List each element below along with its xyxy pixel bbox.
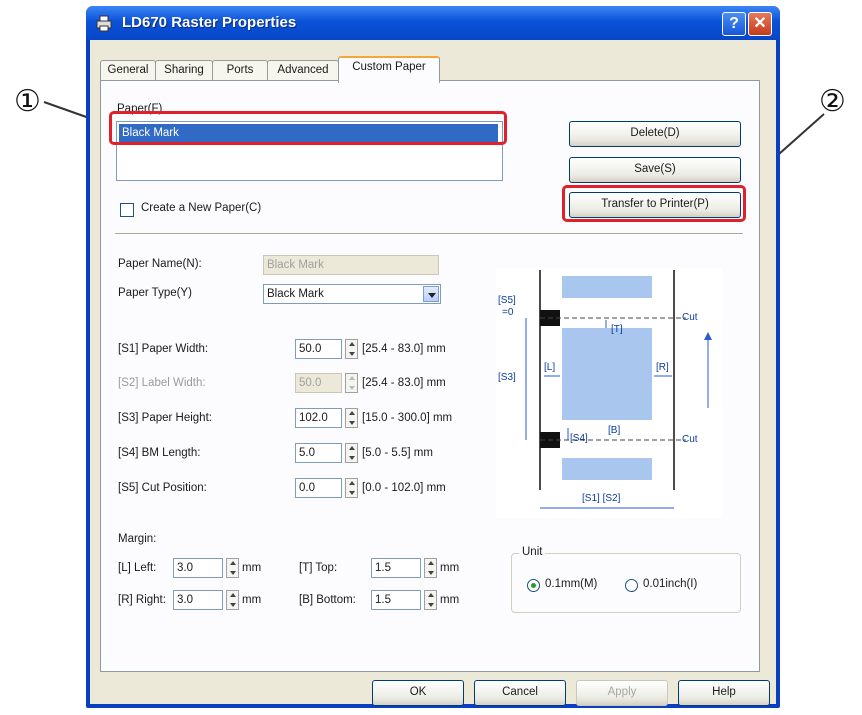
chevron-down-icon[interactable] bbox=[423, 286, 439, 302]
margin-right-label: [R] Right: bbox=[118, 594, 166, 606]
bm-length-field[interactable]: 5.0 bbox=[295, 443, 342, 463]
close-title-button[interactable]: ✕ bbox=[748, 12, 772, 36]
help-button[interactable]: Help bbox=[678, 680, 770, 706]
diagram-s4-label: [S4] bbox=[570, 433, 588, 444]
help-title-button[interactable]: ? bbox=[722, 12, 746, 36]
margin-right-spinner[interactable] bbox=[226, 590, 239, 610]
margin-top-unit: mm bbox=[440, 562, 460, 574]
paper-name-field[interactable]: Black Mark bbox=[263, 255, 439, 275]
tab-sharing[interactable]: Sharing bbox=[155, 60, 213, 81]
tab-general[interactable]: General bbox=[100, 60, 156, 81]
printer-icon bbox=[96, 15, 112, 32]
paper-diagram-graphic bbox=[525, 270, 712, 509]
paper-width-spinner[interactable] bbox=[345, 339, 358, 359]
diagram-cut-top-label: Cut bbox=[682, 312, 698, 323]
unit-radio-mm[interactable] bbox=[527, 579, 540, 592]
cut-position-spinner[interactable] bbox=[345, 478, 358, 498]
margin-bottom-unit: mm bbox=[440, 594, 460, 606]
paper-height-range: [15.0 - 300.0] mm bbox=[362, 412, 453, 424]
margin-left-spinner[interactable] bbox=[226, 558, 239, 578]
paper-layout-diagram: [S5] =0 Cut [T] [L] [R] [S3] [S4] [B] Cu… bbox=[496, 268, 722, 518]
label-width-field[interactable]: 50.0 bbox=[295, 373, 342, 393]
unit-inch-label: 0.01inch(I) bbox=[643, 578, 698, 590]
diagram-s5-eq-label: =0 bbox=[502, 307, 514, 318]
paper-type-select[interactable]: Black Mark bbox=[263, 284, 441, 304]
paper-width-label: [S1] Paper Width: bbox=[118, 343, 209, 355]
title-bar[interactable]: LD670 Raster Properties ? ✕ bbox=[86, 6, 780, 40]
tab-advanced[interactable]: Advanced bbox=[267, 60, 339, 81]
paper-type-label: Paper Type(Y) bbox=[118, 287, 192, 299]
paper-width-field[interactable]: 50.0 bbox=[295, 339, 342, 359]
margin-bottom-field[interactable]: 1.5 bbox=[371, 590, 421, 610]
paper-name-label: Paper Name(N): bbox=[118, 258, 202, 270]
callout-1: ① bbox=[14, 84, 41, 119]
create-new-paper-label: Create a New Paper(C) bbox=[141, 202, 262, 214]
unit-radio-inch[interactable] bbox=[625, 579, 638, 592]
diagram-b-label: [B] bbox=[608, 425, 621, 436]
diagram-s5-label: [S5] bbox=[498, 295, 516, 306]
highlight-paper-list bbox=[109, 111, 507, 145]
unit-mm-label: 0.1mm(M) bbox=[545, 578, 598, 590]
bm-length-range: [5.0 - 5.5] mm bbox=[362, 447, 433, 459]
bm-length-label: [S4] BM Length: bbox=[118, 447, 201, 459]
tab-ports[interactable]: Ports bbox=[212, 60, 268, 81]
margin-right-unit: mm bbox=[242, 594, 262, 606]
label-width-label: [S2] Label Width: bbox=[118, 377, 206, 389]
margin-bottom-spinner[interactable] bbox=[424, 590, 437, 610]
margin-top-spinner[interactable] bbox=[424, 558, 437, 578]
margin-left-unit: mm bbox=[242, 562, 262, 574]
label-width-range: [25.4 - 83.0] mm bbox=[362, 377, 446, 389]
ok-button[interactable]: OK bbox=[372, 680, 464, 706]
diagram-s1s2-label: [S1] [S2] bbox=[582, 493, 621, 504]
highlight-transfer-button bbox=[562, 185, 746, 222]
paper-height-field[interactable]: 102.0 bbox=[295, 408, 342, 428]
diagram-l-label: [L] bbox=[544, 362, 556, 373]
margin-right-field[interactable]: 3.0 bbox=[173, 590, 223, 610]
paper-width-range: [25.4 - 83.0] mm bbox=[362, 343, 446, 355]
margin-left-field[interactable]: 3.0 bbox=[173, 558, 223, 578]
cancel-button[interactable]: Cancel bbox=[474, 680, 566, 706]
diagram-t-label: [T] bbox=[611, 324, 623, 335]
diagram-s3-label: [S3] bbox=[498, 372, 516, 383]
margin-label: Margin: bbox=[118, 533, 157, 545]
margin-left-label: [L] Left: bbox=[118, 562, 157, 574]
label-width-spinner[interactable] bbox=[345, 373, 358, 393]
tab-custom-paper[interactable]: Custom Paper bbox=[338, 56, 440, 83]
margin-bottom-label: [B] Bottom: bbox=[299, 594, 356, 606]
margin-top-field[interactable]: 1.5 bbox=[371, 558, 421, 578]
paper-height-spinner[interactable] bbox=[345, 408, 358, 428]
diagram-r-label: [R] bbox=[656, 362, 669, 373]
separator bbox=[115, 233, 743, 235]
bm-length-spinner[interactable] bbox=[345, 443, 358, 463]
paper-type-value: Black Mark bbox=[267, 288, 324, 300]
create-new-paper-checkbox[interactable] bbox=[120, 203, 134, 217]
cut-position-label: [S5] Cut Position: bbox=[118, 482, 207, 494]
cut-position-range: [0.0 - 102.0] mm bbox=[362, 482, 446, 494]
margin-top-label: [T] Top: bbox=[299, 562, 338, 574]
save-button[interactable]: Save(S) bbox=[569, 157, 741, 183]
cut-position-field[interactable]: 0.0 bbox=[295, 478, 342, 498]
paper-height-label: [S3] Paper Height: bbox=[118, 412, 212, 424]
window-title: LD670 Raster Properties bbox=[122, 14, 297, 31]
delete-button[interactable]: Delete(D) bbox=[569, 121, 741, 147]
diagram-cut-bottom-label: Cut bbox=[682, 434, 698, 445]
apply-button[interactable]: Apply bbox=[576, 680, 668, 706]
unit-group-label: Unit bbox=[519, 546, 546, 558]
